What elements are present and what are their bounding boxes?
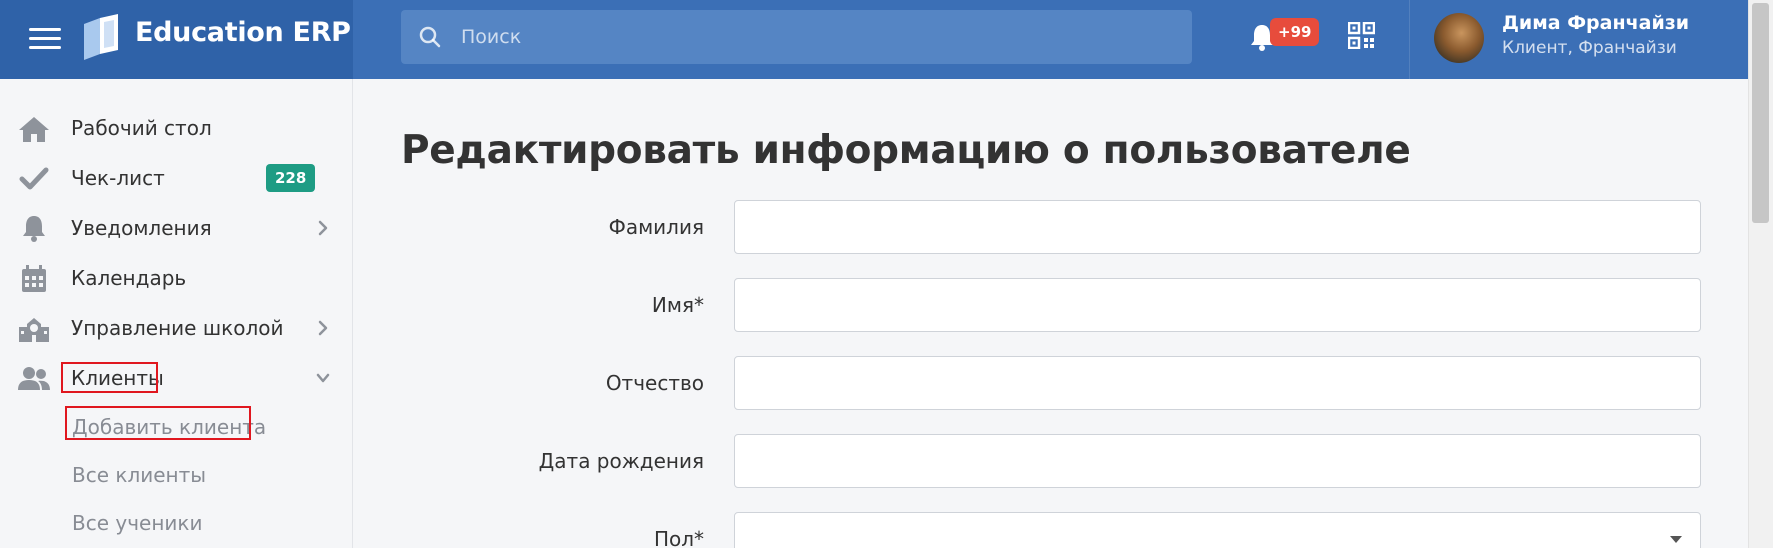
check-icon	[19, 167, 49, 190]
calendar-icon	[22, 265, 46, 292]
page-title: Редактировать информацию о пользователе	[401, 128, 1411, 173]
sidebar-item-dashboard[interactable]: Рабочий стол	[0, 105, 352, 151]
chevron-down-icon	[316, 373, 330, 383]
birth-date-label: Дата рождения	[538, 449, 704, 473]
birth-date-field[interactable]	[734, 434, 1701, 488]
chevron-right-icon	[318, 320, 328, 336]
header-divider	[1409, 0, 1410, 79]
patronymic-label: Отчество	[605, 371, 704, 395]
book-logo-icon	[84, 14, 118, 60]
chevron-right-icon	[318, 220, 328, 236]
last-name-field[interactable]	[734, 200, 1701, 254]
brand-name[interactable]: Education ERP	[135, 17, 351, 48]
sidebar-item-label: Рабочий стол	[71, 116, 212, 140]
users-icon	[18, 367, 50, 390]
sidebar-item-notifications[interactable]: Уведомления	[0, 205, 352, 251]
search-bar[interactable]	[401, 10, 1192, 64]
clients-highlight-box	[61, 362, 158, 393]
sidebar-item-label: Календарь	[71, 266, 187, 290]
page-scrollbar[interactable]	[1748, 0, 1773, 548]
gender-label: Пол*	[653, 527, 704, 548]
bell-icon	[23, 216, 45, 242]
sidebar-item-label: Управление школой	[71, 316, 284, 340]
qr-code-icon[interactable]	[1348, 22, 1375, 49]
gender-select[interactable]	[734, 512, 1701, 548]
school-icon	[19, 318, 49, 342]
menu-toggle-icon[interactable]	[29, 26, 61, 50]
first-name-label: Имя*	[651, 293, 704, 317]
sidebar-item-label: Чек-лист	[71, 166, 165, 190]
subitem-all-clients[interactable]: Все клиенты	[72, 463, 206, 487]
sidebar-item-clients[interactable]: Клиенты	[0, 355, 352, 401]
user-role: Клиент, Франчайзи	[1502, 38, 1677, 58]
sidebar-item-label: Уведомления	[71, 216, 212, 240]
chevron-down-icon	[1670, 536, 1682, 543]
sidebar: Рабочий стол Чек-лист 228 Уведомления Ка…	[0, 79, 353, 548]
patronymic-field[interactable]	[734, 356, 1701, 410]
first-name-field[interactable]	[734, 278, 1701, 332]
add-client-highlight-box	[65, 406, 251, 440]
last-name-label: Фамилия	[608, 215, 704, 239]
scrollbar-thumb[interactable]	[1752, 3, 1769, 223]
top-header: Education ERP +99 Дима Франчайзи Клиент,…	[0, 0, 1748, 79]
brand-area: Education ERP	[0, 0, 353, 79]
sidebar-item-calendar[interactable]: Календарь	[0, 255, 352, 301]
home-icon	[19, 117, 49, 142]
search-input[interactable]	[461, 10, 1161, 64]
search-icon	[419, 26, 441, 48]
checklist-count-badge: 228	[266, 164, 316, 192]
notifications-badge[interactable]: +99	[1270, 18, 1320, 46]
user-avatar[interactable]	[1434, 13, 1484, 63]
subitem-all-students[interactable]: Все ученики	[72, 511, 203, 535]
sidebar-item-checklist[interactable]: Чек-лист 228	[0, 155, 352, 201]
sidebar-item-school-management[interactable]: Управление школой	[0, 305, 352, 351]
user-name[interactable]: Дима Франчайзи	[1502, 12, 1689, 34]
